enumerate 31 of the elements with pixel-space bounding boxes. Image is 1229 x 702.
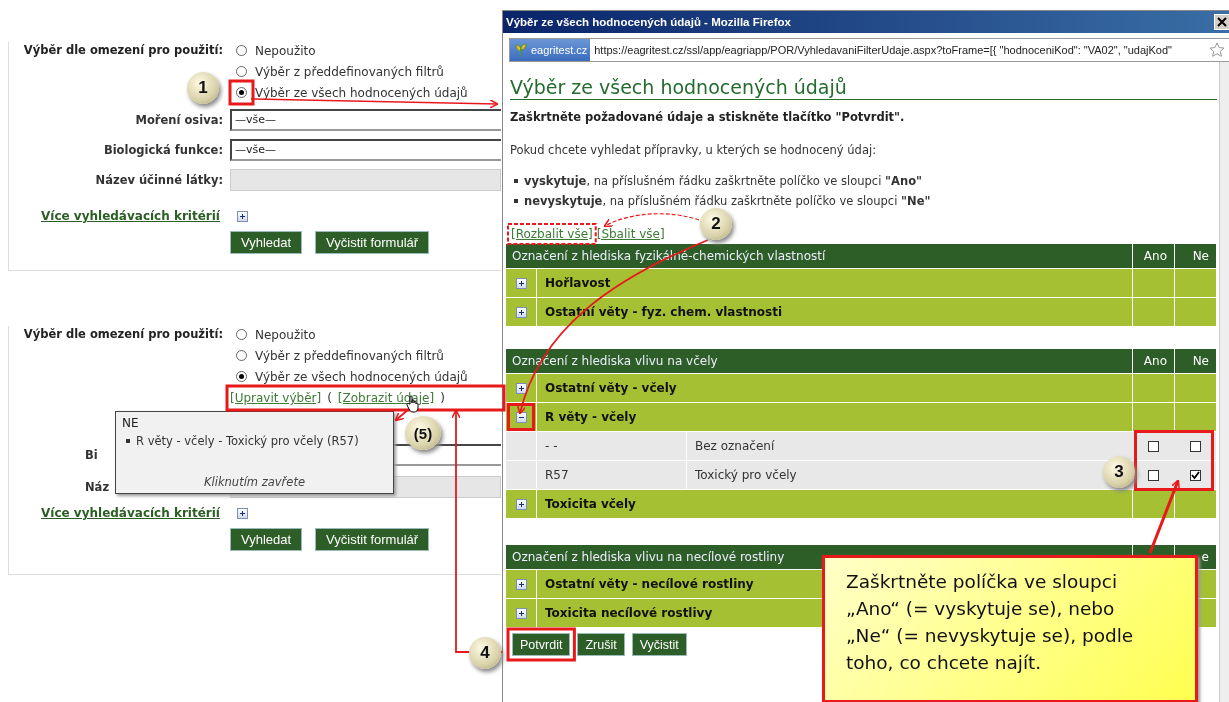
- tooltip-title: NE: [122, 416, 140, 430]
- parenthesis: ): [440, 391, 445, 405]
- tooltip-text: R věty - včely - Toxický pro včely (R57): [136, 434, 359, 448]
- table-cell-text: Bez označení: [694, 439, 775, 453]
- site-name: eagritest.cz: [531, 44, 588, 56]
- url-text: https://eagritest.cz/ssl/app/eagriapp/POR/VyhledavaniFilterUdaje.aspx?toFrame=[{ "hodnoceniKod": "VA02", "udajKod": [594, 44, 1173, 56]
- window-title: Výběr ze všech hodnocených údajů - Mozilla Firefox: [506, 16, 791, 28]
- column-header: Označení z hlediska vlivu na necílové rostliny: [511, 550, 786, 564]
- field-label: Moření osiva:: [134, 113, 223, 127]
- group-label: R věty - včely: [544, 410, 637, 424]
- group-label: Toxicita necílové rostlivy: [544, 606, 713, 620]
- bullet-text: vyskytuje, na příslušném řádku zaškrtněte políčko ve sloupci "Ano": [524, 174, 923, 188]
- field-label: Název účinné látky:: [94, 173, 223, 187]
- bullet-text: nevyskytuje, na příslušném řádku zaškrtněte políčko ve sloupci "Ne": [524, 194, 931, 208]
- step-marker: 4: [469, 637, 501, 669]
- intro-text: Pokud chcete vyhledat přípravky, u kterých se hodnocený údaj:: [510, 143, 878, 157]
- note-tooltip: Zaškrtněte políčka ve sloupci „Ano“ (= vyskytuje se), nebo „Ne“ (= nevyskytuje se), podle toho, co chcete najít.: [822, 555, 1198, 702]
- field-label: Výběr dle omezení pro použití:: [22, 42, 223, 57]
- table-cell-text: Toxický pro včely: [694, 468, 797, 482]
- field-label: Výběr dle omezení pro použití:: [22, 326, 223, 341]
- group-label: Toxicita včely: [544, 497, 636, 511]
- group-label: Ostatní věty - včely: [544, 381, 677, 395]
- field-label: Biologická funkce:: [102, 143, 223, 157]
- group-label: Hořlavost: [544, 276, 611, 290]
- group-label: Ostatní věty - necílové rostliny: [544, 577, 754, 591]
- tooltip-hint: Kliknutím zavřete: [203, 475, 306, 489]
- parenthesis: (: [327, 391, 332, 405]
- page-heading: Výběr ze všech hodnocených údajů: [510, 76, 1217, 100]
- field-label: Náz: [85, 480, 110, 496]
- field-label: Bi: [85, 448, 98, 464]
- instruction-text: Zaškrtněte požadované údaje a stiskněte tlačítko "Potvrdit".: [510, 110, 906, 124]
